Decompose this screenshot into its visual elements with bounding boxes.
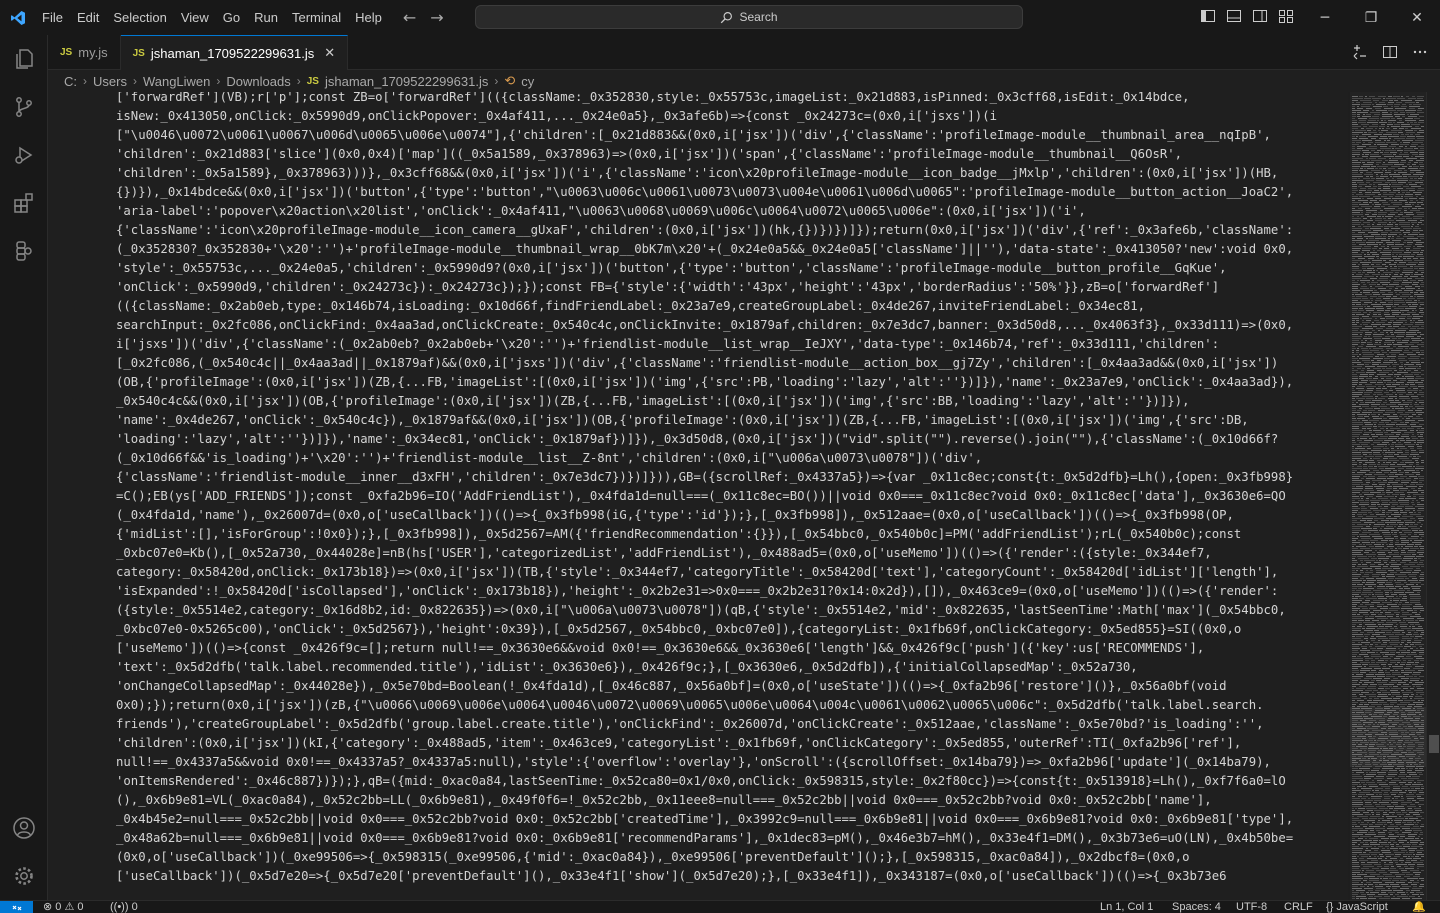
menu-selection[interactable]: Selection [106,10,173,25]
chevron-right-icon: › [83,74,87,88]
minimap-slider[interactable] [1350,707,1426,767]
search-label: Search [739,10,778,24]
tab-my-js[interactable]: JS my.js [48,35,121,70]
menu-file[interactable]: File [35,10,70,25]
editor-tabs: JS my.js JS jshaman_1709522299631.js ✕ [48,35,1440,70]
end-of-line[interactable]: CRLF [1284,901,1313,913]
compare-changes-icon[interactable] [1352,44,1368,60]
title-bar: File Edit Selection View Go Run Terminal… [0,0,1440,35]
remote-explorer-icon[interactable] [0,227,48,275]
window-controls: ─ ❐ ✕ [1302,0,1440,35]
notifications-bell-icon[interactable]: 🔔 [1412,901,1426,913]
menu-terminal[interactable]: Terminal [285,10,348,25]
braces-icon: {} [1326,901,1334,913]
code-editor[interactable]: ['forwardRef'](VB);r['p'];const ZB=o['fo… [48,92,1348,900]
breadcrumb-item[interactable]: Downloads [226,74,290,89]
back-arrow-icon[interactable]: ← [403,8,416,27]
toggle-panel-icon[interactable] [1226,8,1242,24]
javascript-file-icon: JS [132,47,145,59]
ports-indicator[interactable]: ((•)) 0 [110,901,138,913]
source-control-icon[interactable] [0,83,48,131]
activity-bar [0,35,48,900]
close-icon[interactable]: ✕ [1394,0,1440,35]
language-mode[interactable]: {} JavaScript [1326,901,1388,913]
tab-label: my.js [78,45,108,60]
code-text[interactable]: ['forwardRef'](VB);r['p'];const ZB=o['fo… [116,92,1293,886]
indentation[interactable]: Spaces: 4 [1172,901,1221,913]
chevron-right-icon: › [132,74,137,88]
encoding[interactable]: UTF-8 [1236,901,1267,913]
restore-icon[interactable]: ❐ [1348,0,1394,35]
explorer-icon[interactable] [0,35,48,83]
forward-arrow-icon[interactable]: → [430,8,443,27]
breadcrumb-item[interactable]: WangLiwen [143,74,210,89]
account-icon[interactable] [0,804,48,852]
close-tab-icon[interactable]: ✕ [324,45,335,61]
scrollbar-thumb[interactable] [1429,735,1439,753]
minimize-icon[interactable]: ─ [1302,0,1348,35]
customize-layout-icon[interactable] [1278,8,1294,24]
run-and-debug-icon[interactable] [0,131,48,179]
editor-actions [1352,44,1428,60]
menu-view[interactable]: View [174,10,216,25]
status-bar: ⊗ 0 ⚠ 0 ((•)) 0 Ln 1, Col 1 Spaces: 4 UT… [0,900,1440,913]
vertical-scrollbar[interactable] [1426,92,1440,900]
toggle-primary-sidebar-icon[interactable] [1200,8,1216,24]
chevron-right-icon: › [494,74,499,88]
breadcrumb-item[interactable]: cy [521,74,534,89]
vscode-logo-icon [0,0,35,35]
symbol-variable-icon: ⟲ [504,73,516,88]
ports-count: 0 [131,901,138,913]
menu-bar: File Edit Selection View Go Run Terminal… [35,0,389,35]
breadcrumb-item[interactable]: Users [93,74,127,89]
extensions-icon[interactable] [0,179,48,227]
tab-jshaman-js[interactable]: JS jshaman_1709522299631.js ✕ [120,35,349,70]
javascript-file-icon: JS [306,75,319,87]
layout-controls [1200,8,1294,24]
problems-indicator[interactable]: ⊗ 0 ⚠ 0 [43,901,84,913]
minimap-preview [1352,96,1424,899]
javascript-file-icon: JS [60,47,73,58]
menu-help[interactable]: Help [348,10,389,25]
search-icon [721,11,733,23]
settings-gear-icon[interactable] [0,852,48,900]
menu-go[interactable]: Go [216,10,247,25]
remote-indicator-icon[interactable] [0,901,33,913]
history-nav: ← → [403,8,444,27]
breadcrumb: C: › Users › WangLiwen › Downloads › JS … [48,70,1440,92]
chevron-right-icon: › [296,74,301,88]
more-actions-icon[interactable] [1412,44,1428,60]
command-center-search[interactable]: Search [475,5,1023,29]
chevron-right-icon: › [216,74,221,88]
language-label: JavaScript [1336,901,1388,913]
tab-label: jshaman_1709522299631.js [150,45,315,61]
broadcast-icon: ((•)) [110,901,129,913]
error-icon: ⊗ [43,901,53,913]
breadcrumb-item[interactable]: jshaman_1709522299631.js [325,74,488,89]
breadcrumb-item[interactable]: C: [64,74,77,89]
minimap[interactable] [1350,92,1426,900]
activity-bottom [0,804,48,900]
cursor-position[interactable]: Ln 1, Col 1 [1100,901,1153,913]
menu-run[interactable]: Run [247,10,285,25]
split-editor-icon[interactable] [1382,44,1398,60]
problems-count: 0 ⚠ 0 [55,901,84,913]
menu-edit[interactable]: Edit [70,10,106,25]
toggle-secondary-sidebar-icon[interactable] [1252,8,1268,24]
